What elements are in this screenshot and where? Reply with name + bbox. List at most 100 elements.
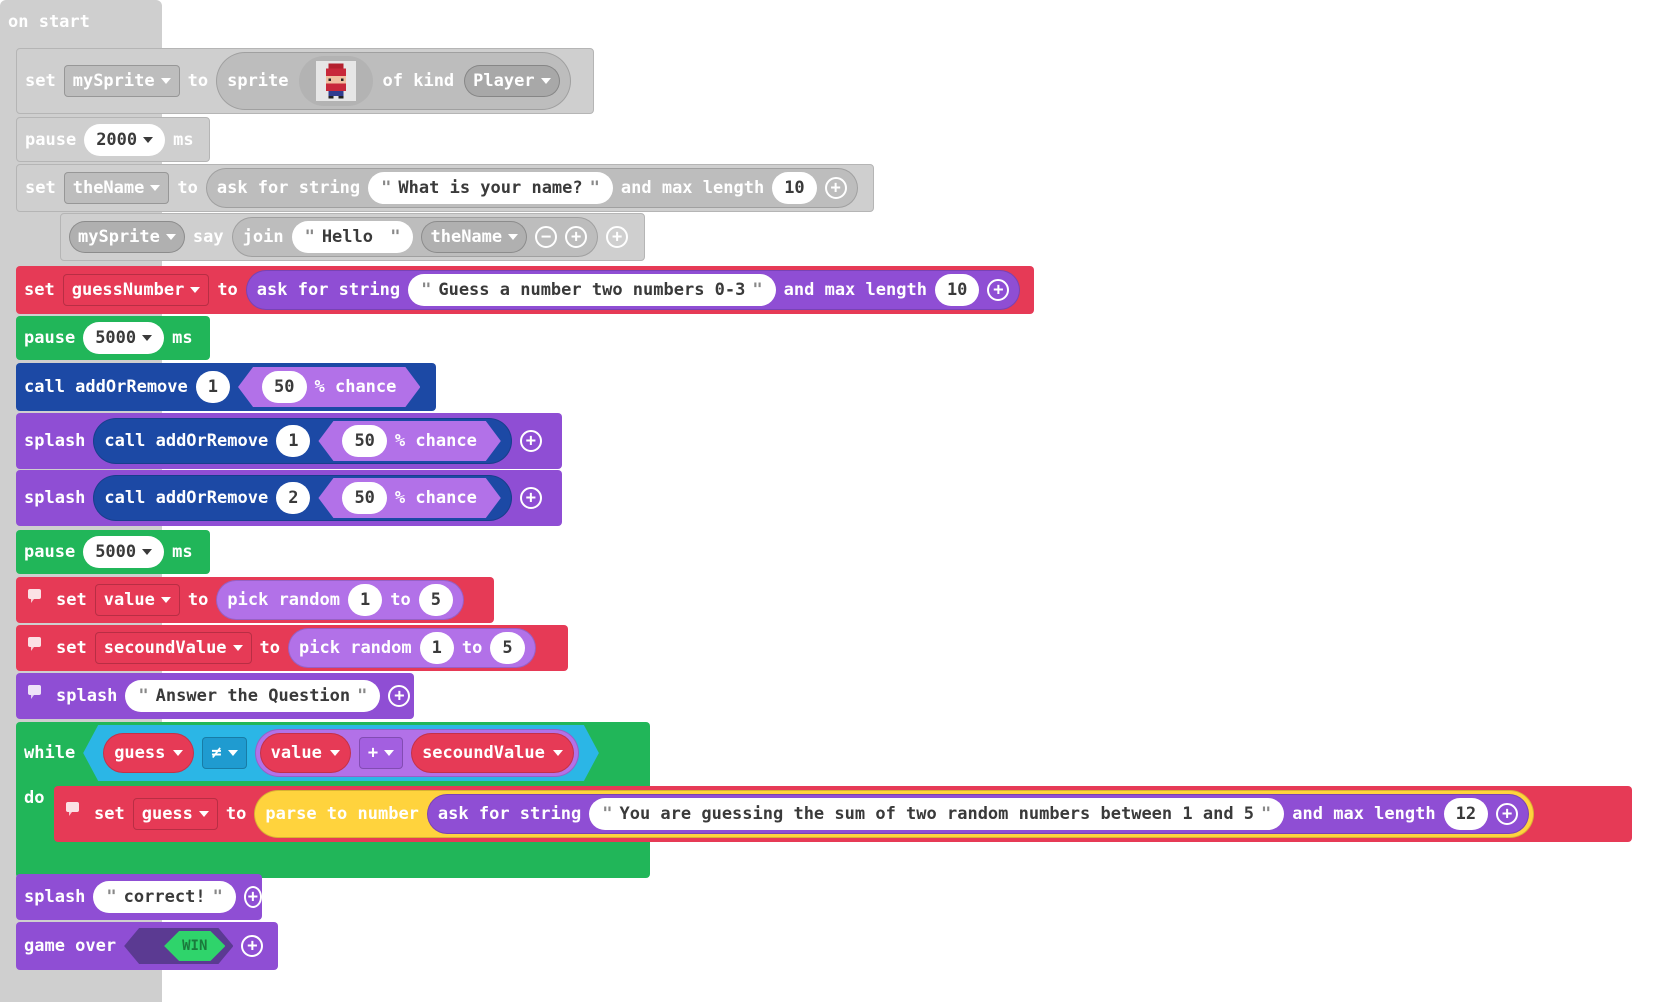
- add-argument-icon[interactable]: +: [388, 685, 411, 707]
- add-argument-icon[interactable]: +: [824, 177, 847, 199]
- add-argument-icon[interactable]: +: [519, 487, 542, 509]
- add-argument-icon[interactable]: +: [241, 935, 264, 957]
- max-field[interactable]: 5: [418, 584, 453, 616]
- variable-dropdown-thename[interactable]: theName: [63, 172, 170, 204]
- add-argument-icon[interactable]: +: [987, 279, 1010, 301]
- win-effect-selector[interactable]: WIN: [124, 928, 233, 964]
- join-text-field[interactable]: " Hello ": [291, 221, 414, 253]
- percent-chance-reporter[interactable]: 50 % chance: [318, 478, 500, 518]
- pause-duration-dropdown[interactable]: 5000: [83, 322, 165, 354]
- sprite-say-block[interactable]: mySprite say join " Hello " theName − + +: [60, 213, 645, 261]
- join-reporter[interactable]: join " Hello " theName − +: [231, 217, 599, 257]
- argument-field[interactable]: 1: [195, 371, 231, 403]
- ask-for-string-reporter[interactable]: ask for string " Guess a number two numbe…: [245, 270, 1021, 310]
- remove-argument-icon[interactable]: −: [535, 226, 558, 248]
- chevron-down-icon: [143, 136, 154, 143]
- max-field[interactable]: 5: [490, 632, 525, 664]
- splash-block[interactable]: splash call addOrRemove 1 50 % chance +: [16, 413, 562, 469]
- splash-text-field[interactable]: " Answer the Question ": [125, 680, 381, 712]
- call-label: call addOrRemove: [104, 431, 269, 451]
- comparison-operator-dropdown[interactable]: ≠: [202, 737, 246, 769]
- max-length-field[interactable]: 10: [772, 172, 817, 204]
- splash-text-block[interactable]: splash " correct! " +: [16, 874, 262, 920]
- percent-field[interactable]: 50: [342, 425, 386, 457]
- sprite-of-kind-reporter[interactable]: sprite of kind Player: [216, 52, 571, 110]
- pause-block[interactable]: pause 5000 ms: [16, 530, 210, 574]
- set-thename-block[interactable]: set theName to ask for string " What is y…: [16, 164, 874, 212]
- pick-random-reporter[interactable]: pick random 1 to 5: [216, 580, 464, 620]
- chevron-down-icon: [165, 234, 176, 240]
- set-secoundvalue-block[interactable]: set secoundValue to pick random 1 to 5: [16, 625, 568, 671]
- quote-mark: ": [421, 280, 432, 300]
- percent-field[interactable]: 50: [342, 482, 386, 514]
- set-label: set: [94, 804, 125, 824]
- comment-icon[interactable]: [66, 802, 79, 816]
- splash-text-block[interactable]: splash " Answer the Question " +: [16, 673, 414, 719]
- add-argument-icon[interactable]: +: [243, 886, 262, 908]
- ask-for-string-reporter[interactable]: ask for string " What is your name? " and …: [205, 168, 858, 208]
- pause-block[interactable]: pause 5000 ms: [16, 316, 210, 360]
- comment-icon[interactable]: [28, 589, 41, 603]
- addition-reporter[interactable]: value + secoundValue: [255, 729, 579, 777]
- player-sprite-icon: [315, 61, 356, 101]
- pause-duration-dropdown[interactable]: 5000: [83, 536, 165, 568]
- max-length-field[interactable]: 10: [934, 274, 980, 306]
- chevron-down-icon: [142, 549, 153, 555]
- pause-label: pause: [24, 328, 76, 348]
- comment-icon[interactable]: [28, 685, 41, 699]
- ms-label: ms: [173, 129, 194, 150]
- parse-to-number-reporter[interactable]: parse to number ask for string " You are …: [254, 790, 1535, 838]
- percent-field[interactable]: 50: [262, 371, 306, 403]
- min-field[interactable]: 1: [347, 584, 383, 616]
- max-length-field[interactable]: 12: [1443, 798, 1489, 830]
- quote-mark: ": [106, 887, 117, 907]
- sprite-dropdown[interactable]: mySprite: [69, 221, 185, 253]
- guess-variable[interactable]: guess: [103, 733, 194, 773]
- call-addorremove-reporter[interactable]: call addOrRemove 2 50 % chance: [93, 475, 512, 521]
- argument-field[interactable]: 2: [276, 482, 311, 514]
- splash-text-field[interactable]: " correct! ": [93, 881, 236, 913]
- pick-random-reporter[interactable]: pick random 1 to 5: [288, 628, 536, 668]
- game-over-block[interactable]: game over WIN +: [16, 922, 278, 970]
- math-operator-dropdown[interactable]: +: [359, 737, 403, 769]
- while-condition-row: while guess ≠ value + secoundValue: [16, 722, 650, 784]
- add-argument-icon[interactable]: +: [1496, 803, 1519, 825]
- add-argument-icon[interactable]: +: [519, 430, 542, 452]
- variable-dropdown-value[interactable]: value: [94, 584, 180, 616]
- thename-dropdown[interactable]: theName: [421, 221, 528, 253]
- not-equal-comparison[interactable]: guess ≠ value + secoundValue: [83, 725, 599, 781]
- quote-mark: ": [602, 804, 613, 824]
- call-addorremove-block[interactable]: call addOrRemove 1 50 % chance: [16, 363, 436, 411]
- comment-icon[interactable]: [28, 637, 41, 651]
- prompt-text-field[interactable]: " What is your name? ": [368, 172, 613, 204]
- set-value-block[interactable]: set value to pick random 1 to 5: [16, 577, 494, 623]
- variable-dropdown-secoundvalue[interactable]: secoundValue: [94, 632, 252, 664]
- add-argument-icon[interactable]: +: [606, 226, 629, 248]
- kind-dropdown[interactable]: Player: [464, 65, 560, 97]
- ask-for-string-reporter[interactable]: ask for string " You are guessing the sum…: [426, 794, 1530, 834]
- value-variable[interactable]: value: [260, 733, 351, 773]
- percent-chance-reporter[interactable]: 50 % chance: [238, 367, 420, 407]
- variable-dropdown-guessnumber[interactable]: guessNumber: [62, 274, 210, 306]
- set-guessnumber-block[interactable]: set guessNumber to ask for string " Guess…: [16, 266, 1034, 314]
- variable-dropdown-mysprite[interactable]: mySprite: [63, 65, 180, 97]
- quote-mark: ": [589, 178, 600, 198]
- percent-chance-reporter[interactable]: 50 % chance: [318, 421, 500, 461]
- variable-dropdown-guess[interactable]: guess: [132, 798, 218, 830]
- set-mysprite-block[interactable]: set mySprite to sprite of kind Player: [16, 48, 594, 114]
- add-argument-icon[interactable]: +: [565, 226, 588, 248]
- argument-field[interactable]: 1: [276, 425, 311, 457]
- splash-block[interactable]: splash call addOrRemove 2 50 % chance +: [16, 470, 562, 526]
- call-addorremove-reporter[interactable]: call addOrRemove 1 50 % chance: [93, 418, 512, 464]
- set-guess-block[interactable]: set guess to parse to number ask for str…: [54, 786, 1632, 842]
- prompt-text-field[interactable]: " Guess a number two numbers 0-3 ": [408, 274, 776, 306]
- secoundvalue-variable[interactable]: secoundValue: [411, 733, 574, 773]
- chance-label: % chance: [314, 377, 397, 397]
- min-field[interactable]: 1: [419, 632, 454, 664]
- pause-duration-dropdown[interactable]: 2000: [84, 123, 166, 156]
- prompt-text-field[interactable]: " You are guessing the sum of two random …: [589, 798, 1285, 830]
- sprite-image-editor[interactable]: [298, 56, 373, 106]
- of-kind-label: of kind: [382, 71, 455, 91]
- to-label: to: [187, 590, 209, 610]
- pause-block[interactable]: pause 2000 ms: [16, 117, 210, 162]
